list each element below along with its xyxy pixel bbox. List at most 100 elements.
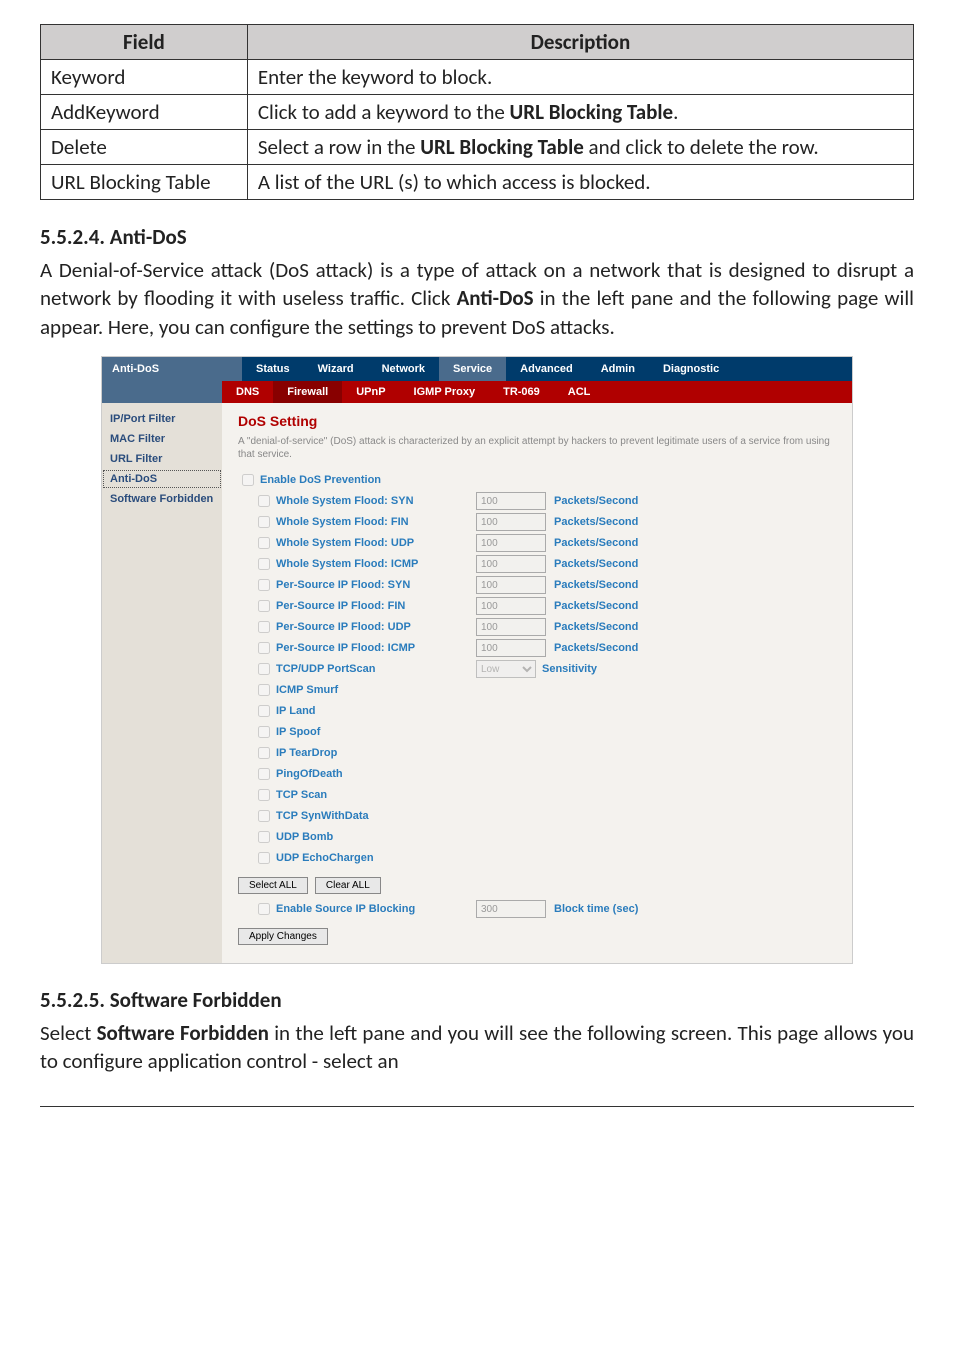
flood-option-row: Per-Source IP Flood: FINPackets/Second xyxy=(254,597,836,615)
cell-desc: Enter the keyword to block. xyxy=(247,60,913,95)
flood-checkbox[interactable] xyxy=(258,579,270,591)
flood-label: Whole System Flood: UDP xyxy=(276,537,476,549)
flood-checkbox[interactable] xyxy=(258,600,270,612)
plain-checkbox[interactable] xyxy=(258,789,270,801)
flood-value-input[interactable] xyxy=(476,492,546,510)
para-anti-dos: A Denial-of-Service attack (DoS attack) … xyxy=(40,256,914,341)
flood-value-input[interactable] xyxy=(476,639,546,657)
flood-label: Whole System Flood: ICMP xyxy=(276,558,476,570)
plain-label: IP TearDrop xyxy=(276,747,476,759)
blocking-time-input[interactable] xyxy=(476,900,546,918)
flood-value-input[interactable] xyxy=(476,597,546,615)
heading-software-forbidden: 5.5.2.5. Software Forbidden xyxy=(40,987,914,1013)
flood-value-input[interactable] xyxy=(476,534,546,552)
plain-checkbox[interactable] xyxy=(258,831,270,843)
select-all-button[interactable]: Select ALL xyxy=(238,877,308,894)
plain-label: UDP Bomb xyxy=(276,831,476,843)
enable-dos-checkbox[interactable] xyxy=(242,474,254,486)
subtab-acl[interactable]: ACL xyxy=(554,381,605,403)
enable-blocking-checkbox[interactable] xyxy=(258,903,270,915)
flood-unit: Packets/Second xyxy=(554,600,638,612)
portscan-unit: Sensitivity xyxy=(542,663,597,675)
flood-label: Per-Source IP Flood: ICMP xyxy=(276,642,476,654)
plain-checkbox[interactable] xyxy=(258,747,270,759)
flood-value-input[interactable] xyxy=(476,618,546,636)
flood-checkbox[interactable] xyxy=(258,537,270,549)
portscan-select[interactable]: Low xyxy=(476,660,536,678)
flood-unit: Packets/Second xyxy=(554,537,638,549)
subtab-dns[interactable]: DNS xyxy=(222,381,273,403)
flood-checkbox[interactable] xyxy=(258,516,270,528)
plain-checkbox[interactable] xyxy=(258,705,270,717)
cell-field: Delete xyxy=(41,130,248,165)
plain-option-row: IP Spoof xyxy=(254,723,836,741)
subtab-igmp[interactable]: IGMP Proxy xyxy=(400,381,490,403)
plain-option-row: IP Land xyxy=(254,702,836,720)
flood-unit: Packets/Second xyxy=(554,621,638,633)
plain-checkbox[interactable] xyxy=(258,852,270,864)
tab-service[interactable]: Service xyxy=(439,357,506,381)
table-row: Delete Select a row in the URL Blocking … xyxy=(41,130,914,165)
tab-wizard[interactable]: Wizard xyxy=(304,357,368,381)
plain-checkbox[interactable] xyxy=(258,810,270,822)
flood-label: Whole System Flood: SYN xyxy=(276,495,476,507)
tab-network[interactable]: Network xyxy=(368,357,439,381)
subtab-firewall[interactable]: Firewall xyxy=(273,381,342,403)
cell-desc: A list of the URL (s) to which access is… xyxy=(247,165,913,200)
panel: DoS Setting A "denial-of-service" (DoS) … xyxy=(222,403,852,963)
plain-label: TCP Scan xyxy=(276,789,476,801)
plain-checkbox[interactable] xyxy=(258,726,270,738)
sidebar-item-ipport[interactable]: IP/Port Filter xyxy=(102,409,222,429)
th-desc: Description xyxy=(247,25,913,60)
flood-option-row: Per-Source IP Flood: SYN Packets/Second xyxy=(254,576,836,594)
subtab-upnp[interactable]: UPnP xyxy=(342,381,399,403)
flood-value-input[interactable] xyxy=(476,576,546,594)
cell-field: AddKeyword xyxy=(41,95,248,130)
plain-checkbox[interactable] xyxy=(258,768,270,780)
dos-settings-screenshot: Anti-DoS Status Wizard Network Service A… xyxy=(102,357,852,963)
flood-checkbox[interactable] xyxy=(258,558,270,570)
flood-checkbox[interactable] xyxy=(258,642,270,654)
flood-value-input[interactable] xyxy=(476,513,546,531)
plain-option-row: TCP SynWithData xyxy=(254,807,836,825)
plain-label: UDP EchoChargen xyxy=(276,852,476,864)
top-tabs: Anti-DoS Status Wizard Network Service A… xyxy=(102,357,852,381)
tab-status[interactable]: Status xyxy=(242,357,304,381)
plain-checkbox[interactable] xyxy=(258,684,270,696)
flood-option-row: Per-Source IP Flood: UDP Packets/Second xyxy=(254,618,836,636)
flood-option-row: Whole System Flood: ICMPPackets/Second xyxy=(254,555,836,573)
clear-all-button[interactable]: Clear ALL xyxy=(315,877,381,894)
blocking-time-unit: Block time (sec) xyxy=(554,903,638,915)
heading-anti-dos: 5.5.2.4. Anti-DoS xyxy=(40,224,914,250)
flood-label: Per-Source IP Flood: SYN xyxy=(276,579,476,591)
field-description-table: Field Description Keyword Enter the keyw… xyxy=(40,24,914,200)
apply-button[interactable]: Apply Changes xyxy=(238,928,328,945)
enable-dos-label: Enable DoS Prevention xyxy=(260,474,460,486)
footer-rule xyxy=(40,1106,914,1107)
flood-unit: Packets/Second xyxy=(554,516,638,528)
tab-admin[interactable]: Admin xyxy=(587,357,649,381)
portscan-label: TCP/UDP PortScan xyxy=(276,663,476,675)
sidebar-item-software[interactable]: Software Forbidden xyxy=(102,489,222,509)
flood-checkbox[interactable] xyxy=(258,495,270,507)
enable-blocking-label: Enable Source IP Blocking xyxy=(276,903,476,915)
panel-desc: A "denial-of-service" (DoS) attack is ch… xyxy=(238,435,836,461)
para-software-forbidden: Select Software Forbidden in the left pa… xyxy=(40,1019,914,1076)
sidebar-item-antidos[interactable]: Anti-DoS xyxy=(102,469,222,489)
portscan-checkbox[interactable] xyxy=(258,663,270,675)
tab-diagnostic[interactable]: Diagnostic xyxy=(649,357,733,381)
plain-option-row: UDP EchoChargen xyxy=(254,849,836,867)
th-field: Field xyxy=(41,25,248,60)
flood-checkbox[interactable] xyxy=(258,621,270,633)
enable-dos-row: Enable DoS Prevention xyxy=(238,471,836,489)
flood-unit: Packets/Second xyxy=(554,579,638,591)
select-clear-row: Select ALL Clear ALL xyxy=(238,877,836,894)
flood-label: Per-Source IP Flood: UDP xyxy=(276,621,476,633)
sidebar-item-mac[interactable]: MAC Filter xyxy=(102,429,222,449)
flood-value-input[interactable] xyxy=(476,555,546,573)
subtab-tr069[interactable]: TR-069 xyxy=(489,381,554,403)
sidebar-header: Anti-DoS xyxy=(102,357,242,381)
plain-option-row: IP TearDrop xyxy=(254,744,836,762)
tab-advanced[interactable]: Advanced xyxy=(506,357,587,381)
sidebar-item-url[interactable]: URL Filter xyxy=(102,449,222,469)
